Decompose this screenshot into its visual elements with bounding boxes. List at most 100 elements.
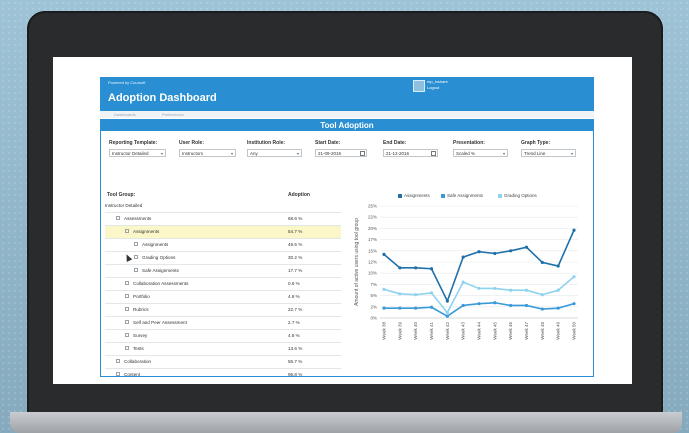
tree-row[interactable]: Survey 4.8 % <box>105 330 341 343</box>
expand-icon[interactable] <box>125 294 129 298</box>
tree-row[interactable]: Content 96.8 % <box>105 369 341 377</box>
logout-link[interactable]: Logout <box>427 85 439 90</box>
data-point <box>445 299 449 303</box>
collapse-icon[interactable] <box>125 229 129 233</box>
data-point <box>493 251 497 256</box>
series-line <box>383 276 575 315</box>
tree-row[interactable]: Safe Assignments 17.7 % <box>105 265 341 278</box>
filter-label: Reporting Template: <box>109 140 158 146</box>
data-point <box>493 286 497 291</box>
data-point <box>398 292 402 296</box>
data-point <box>461 255 465 259</box>
y-tick-label: 15% <box>368 248 377 253</box>
expand-icon[interactable] <box>125 320 129 324</box>
expand-icon[interactable] <box>134 255 138 259</box>
tree-row[interactable]: Assignments 54.7 % <box>105 226 341 262</box>
data-point <box>461 303 465 308</box>
select-field[interactable]: Any ▾ <box>247 149 302 157</box>
subnav-dashboards[interactable]: Dashboards <box>114 112 136 117</box>
expand-icon[interactable] <box>125 346 129 350</box>
data-point <box>445 314 449 318</box>
x-tick-label: Week 44 <box>477 322 482 340</box>
filter-label: User Role: <box>179 140 205 146</box>
date-field[interactable]: 21-12-2016 <box>383 149 438 157</box>
select-field[interactable]: Trend Line ▾ <box>521 149 576 157</box>
chevron-down-icon: ▾ <box>230 151 233 156</box>
select-field[interactable]: Scaled % ▾ <box>453 149 508 157</box>
field-value: 21-09-2016 <box>318 151 342 156</box>
x-tick-label: Week 49 <box>556 322 561 340</box>
expand-icon[interactable] <box>125 333 129 337</box>
legend-item[interactable]: Assignments <box>398 193 430 198</box>
calendar-icon[interactable] <box>431 151 436 156</box>
calendar-icon[interactable] <box>360 151 365 156</box>
expand-icon[interactable] <box>116 372 120 376</box>
legend-item[interactable]: Safe Assignments <box>441 193 483 198</box>
select-field[interactable]: Instructor Detailed ▾ <box>109 149 166 157</box>
data-point <box>461 280 465 284</box>
avatar[interactable] <box>413 80 425 92</box>
adoption-header: Adoption <box>288 192 310 198</box>
tree-row-label: Content <box>124 372 141 377</box>
tree-row-value: 13.6 % <box>288 346 303 351</box>
filter-institution-role: Institution Role: Any ▾ <box>247 140 302 157</box>
x-tick-label: Week 41 <box>429 322 434 340</box>
filter-reporting-template: Reporting Template: Instructor Detailed ▾ <box>109 140 166 157</box>
data-point <box>429 267 434 271</box>
expand-icon[interactable] <box>134 268 138 272</box>
data-point <box>414 266 418 270</box>
tree-row[interactable]: Grading Options 30.2 % <box>105 252 341 265</box>
tree-row[interactable]: Rubrics 22.7 % <box>105 304 341 317</box>
expand-icon[interactable] <box>125 307 129 311</box>
expand-icon[interactable] <box>125 281 129 285</box>
y-axis-label: Amount of active users using tool group <box>354 218 360 306</box>
tree-row[interactable]: Instructor Detailed <box>105 200 341 213</box>
panel-title: Tool Adoption <box>101 120 593 131</box>
tree-row-value: 55.7 % <box>288 359 303 364</box>
laptop-base <box>10 412 682 433</box>
tree-row-label: Collaboration Assessments <box>133 281 189 286</box>
tree-row[interactable]: Assessments 68.6 % <box>105 213 341 226</box>
data-point <box>556 264 560 268</box>
filter-graph-type: Graph Type: Trend Line ▾ <box>521 140 576 157</box>
data-point <box>509 288 513 292</box>
y-tick-label: 10% <box>368 271 377 276</box>
collapse-icon[interactable] <box>116 216 120 220</box>
sub-navigation: Dashboards Preferences <box>100 111 594 118</box>
tree-row-value: 49.5 % <box>288 242 303 247</box>
field-value: Instructors <box>182 151 204 156</box>
expand-icon[interactable] <box>116 359 120 363</box>
expand-icon[interactable] <box>134 242 138 246</box>
legend-item[interactable]: Grading Options <box>498 193 537 198</box>
data-point <box>556 288 560 292</box>
data-point <box>540 293 544 297</box>
tree-row[interactable]: Portfolio 4.8 % <box>105 291 341 304</box>
tool-adoption-panel: Tool Adoption Reporting Template: Instruc… <box>100 119 594 377</box>
y-tick-label: 5% <box>370 293 377 298</box>
tree-row-label: Assignments <box>142 242 169 247</box>
subnav-preferences[interactable]: Preferences <box>162 112 184 117</box>
user-name[interactable]: mp_inshare <box>427 79 448 84</box>
laptop-screen: Powered by Coursoft Adoption Dashboard m… <box>53 57 632 384</box>
select-field[interactable]: Instructors ▾ <box>179 149 236 157</box>
tree-row[interactable]: Collaboration Assessments 0.6 % <box>105 278 341 291</box>
tree-row-value: 4.8 % <box>288 294 300 299</box>
legend-label: Grading Options <box>504 193 537 198</box>
legend-swatch <box>498 193 502 198</box>
data-point <box>477 286 481 291</box>
tree-row[interactable]: Tests 13.6 % <box>105 343 341 356</box>
tree-row[interactable]: Collaboration 55.7 % <box>105 356 341 369</box>
dashboard-app: Powered by Coursoft Adoption Dashboard m… <box>100 77 594 377</box>
filter-label: Institution Role: <box>247 140 286 146</box>
tree-row[interactable]: Self and Peer Assessment 2.7 % <box>105 317 341 330</box>
x-tick-label: Week 46 <box>508 322 513 340</box>
tree-row-label: Assignments <box>133 229 160 234</box>
tool-group-header: Tool Group: <box>107 192 136 198</box>
data-point <box>524 303 529 308</box>
chart-svg: 0% 2% 5% 7% 10% 12% 15% 17% 20% 22% 25% Week 38 Week… <box>354 204 578 340</box>
date-field[interactable]: 21-09-2016 <box>315 149 367 157</box>
data-point <box>540 260 544 265</box>
series-line <box>383 229 575 304</box>
y-tick-label: 22% <box>368 215 377 220</box>
tree-row[interactable]: Assignments 49.5 % <box>105 239 341 252</box>
